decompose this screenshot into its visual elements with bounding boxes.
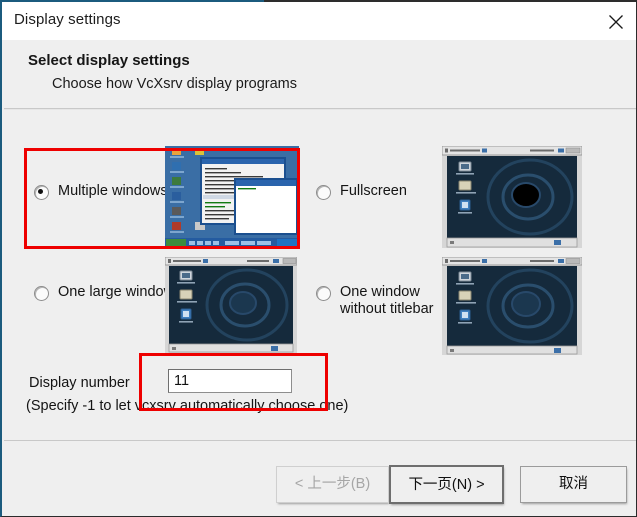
radio-icon-one-large-window[interactable] xyxy=(34,286,49,301)
next-button[interactable]: 下一页(N) > xyxy=(389,465,504,504)
radio-icon-one-window-without-titlebar[interactable] xyxy=(316,286,331,301)
radio-label-multiple-windows: Multiple windows xyxy=(58,183,168,199)
page-subtitle: Choose how VcXsrv display programs xyxy=(52,76,297,92)
preview-one-window-without-titlebar xyxy=(442,257,582,355)
title-bar: Display settings xyxy=(2,2,636,40)
display-number-input[interactable] xyxy=(168,369,292,393)
radio-icon-multiple-windows[interactable] xyxy=(34,185,49,200)
radio-label-fullscreen: Fullscreen xyxy=(340,183,407,199)
display-settings-dialog: Display settings Select display settings… xyxy=(0,0,637,517)
header-band: Select display settings Choose how VcXsr… xyxy=(2,40,636,108)
preview-one-large-window xyxy=(165,257,297,353)
close-icon xyxy=(609,15,623,29)
radio-option-fullscreen[interactable]: Fullscreen xyxy=(316,183,407,200)
display-number-hint: (Specify -1 to let vcxsrv automatically … xyxy=(26,398,349,414)
radio-label-one-large-window: One large window xyxy=(58,284,175,300)
display-number-label: Display number xyxy=(29,375,130,391)
footer-bar: < 上一步(B) 下一页(N) > 取消 xyxy=(4,441,636,515)
preview-multiple-windows xyxy=(165,146,299,247)
window-title: Display settings xyxy=(14,11,121,28)
page-title: Select display settings xyxy=(28,52,190,69)
radio-icon-fullscreen[interactable] xyxy=(316,185,331,200)
back-button[interactable]: < 上一步(B) xyxy=(276,466,389,503)
radio-option-one-window-without-titlebar[interactable]: One window without titlebar xyxy=(316,284,434,318)
radio-option-multiple-windows[interactable]: Multiple windows xyxy=(34,183,168,200)
radio-label-one-window-without-titlebar: One window without titlebar xyxy=(340,284,434,317)
radio-option-one-large-window[interactable]: One large window xyxy=(34,284,174,301)
preview-fullscreen xyxy=(442,146,582,248)
cancel-button[interactable]: 取消 xyxy=(520,466,627,503)
close-button[interactable] xyxy=(593,2,636,40)
